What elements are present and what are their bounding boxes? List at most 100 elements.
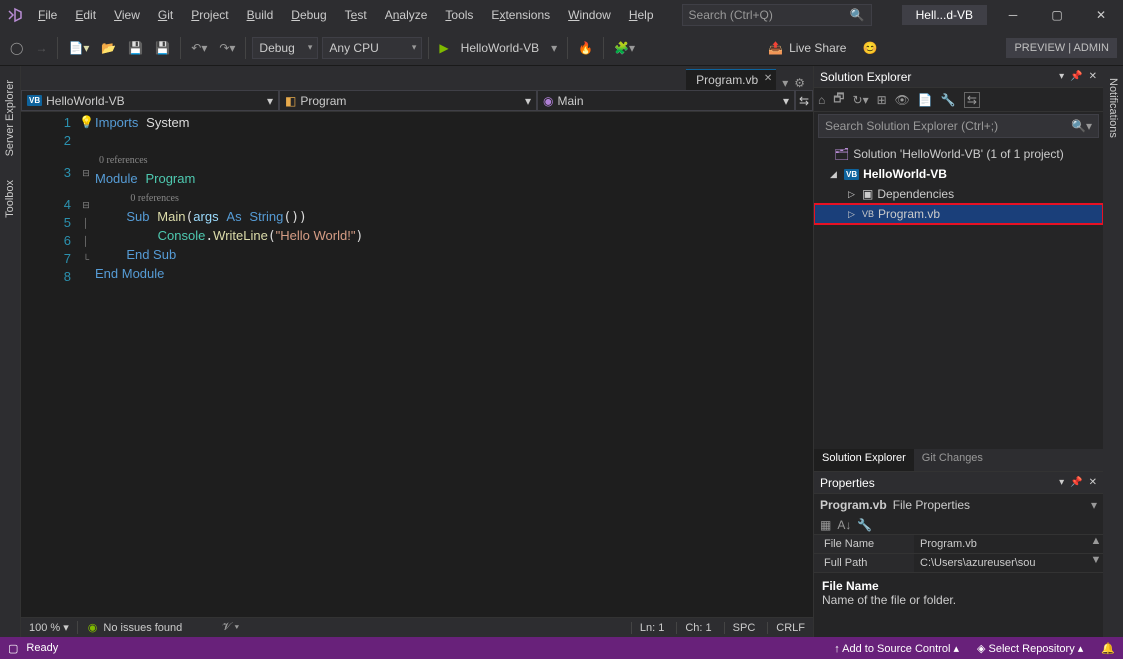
platform-combo[interactable]: Any CPU [322, 37, 422, 59]
add-to-source-control[interactable]: ↑ Add to Source Control ▴ [834, 642, 959, 655]
menu-file[interactable]: FFileile [30, 4, 65, 26]
panel-menu-icon[interactable]: ▾ [1059, 477, 1064, 488]
lightbulb-icon[interactable]: 💡 [79, 115, 94, 129]
notifications-tab[interactable]: Notifications [1105, 72, 1121, 144]
pin-icon[interactable]: 📌 [1070, 71, 1082, 82]
show-all-icon[interactable]: 👁 [895, 93, 910, 107]
search-input[interactable]: Search (Ctrl+Q) 🔍 [682, 4, 872, 26]
save-all-icon[interactable]: 💾 [151, 38, 174, 58]
nav-member-combo[interactable]: ◉ Main ▾ [537, 90, 795, 111]
preview-admin-button[interactable]: PREVIEW | ADMIN [1006, 38, 1117, 58]
properties-icon[interactable]: 📄 [918, 93, 933, 107]
doc-tab-label: Program.vb [696, 73, 758, 87]
maximize-button[interactable]: ▢ [1035, 0, 1079, 30]
sync-icon[interactable]: 🗗 [833, 89, 844, 110]
run-dropdown-icon[interactable]: ▾ [547, 38, 561, 58]
solution-explorer-search[interactable]: Search Solution Explorer (Ctrl+;) 🔍▾ [818, 114, 1099, 138]
code-content[interactable]: Imports System 0 references Module Progr… [95, 112, 813, 617]
menu-window[interactable]: Window [560, 4, 619, 26]
zoom-combo[interactable]: 100 % ▾ [21, 621, 78, 634]
redo-icon[interactable]: ↷▾ [215, 38, 239, 58]
menu-debug[interactable]: Debug [283, 4, 334, 26]
feedback-icon[interactable]: 😊 [862, 41, 877, 55]
save-icon[interactable]: 💾 [124, 38, 147, 58]
start-debug-button[interactable]: ▶ [435, 38, 452, 58]
issues-indicator[interactable]: ◉ No issues found [78, 621, 193, 634]
panel-close-icon[interactable]: ✕ [1089, 71, 1097, 82]
collapse-icon[interactable]: ⊞ [877, 93, 887, 107]
tab-git-changes[interactable]: Git Changes [914, 449, 991, 471]
open-icon[interactable]: 📂 [97, 38, 120, 58]
categorized-icon[interactable]: ▦ [820, 518, 831, 532]
menu-tools[interactable]: Tools [437, 4, 481, 26]
solution-explorer-toolbar: ⌂ 🗗 ↻▾ ⊞ 👁 📄 🔧 ⇆ [814, 88, 1103, 112]
hot-reload-icon[interactable]: 🔥 [574, 38, 597, 58]
prop-row-fullpath[interactable]: Full Path C:\Users\azureuser\sou ▼ [814, 553, 1103, 572]
menu-build[interactable]: Build [239, 4, 282, 26]
ln-label: Ln: 1 [631, 622, 672, 634]
tab-solution-explorer[interactable]: Solution Explorer [814, 449, 914, 471]
program-vb-node[interactable]: ▷VB Program.vb [814, 204, 1103, 224]
spc-label: SPC [724, 622, 764, 634]
live-share-button[interactable]: 📤 Live Share 😊 [758, 41, 887, 55]
close-button[interactable]: ✕ [1079, 0, 1123, 30]
menu-extensions[interactable]: Extensions [483, 4, 558, 26]
config-combo[interactable]: Debug [252, 37, 318, 59]
switch-icon[interactable]: ⇆ [964, 92, 980, 108]
doc-tab-close-icon[interactable]: ✕ [764, 73, 772, 84]
solution-node[interactable]: 🗂 Solution 'HelloWorld-VB' (1 of 1 proje… [814, 144, 1103, 164]
solution-name-label: Hell...d-VB [902, 5, 987, 25]
prop-row-filename[interactable]: File Name Program.vb ▲ [814, 534, 1103, 553]
prop-pages-icon[interactable]: 🔧 [857, 518, 872, 532]
nav-class-combo[interactable]: ◧ Program ▾ [279, 90, 537, 111]
nav-project-combo[interactable]: VB HelloWorld-VB ▾ [21, 90, 279, 111]
alphabetical-icon[interactable]: A↓ [837, 518, 851, 532]
menu-edit[interactable]: Edit [67, 4, 104, 26]
menu-help[interactable]: Help [621, 4, 662, 26]
undo-icon[interactable]: ↶▾ [187, 38, 211, 58]
ch-label: Ch: 1 [676, 622, 719, 634]
ok-icon: ◉ [88, 621, 98, 634]
notification-bell-icon[interactable]: 🔔 [1101, 642, 1115, 655]
properties-title: Properties ▾📌✕ [814, 472, 1103, 494]
wrench-icon[interactable]: 🔧 [941, 93, 956, 107]
scroll-down-icon[interactable]: ▼ [1089, 554, 1103, 572]
panel-menu-icon[interactable]: ▾ [1059, 71, 1064, 82]
menu-git[interactable]: Git [150, 4, 181, 26]
status-ready: Ready [26, 642, 58, 654]
misc-icon[interactable]: 🧩▾ [610, 38, 639, 58]
gear-icon[interactable]: ⚙ [794, 76, 805, 90]
menu-test[interactable]: Test [337, 4, 375, 26]
pin-icon[interactable]: ▾ [782, 76, 788, 90]
nav-fwd-icon[interactable]: → [31, 38, 51, 58]
menu-view[interactable]: View [106, 4, 148, 26]
scroll-up-icon[interactable]: ▲ [1089, 535, 1103, 553]
menu-project[interactable]: Project [183, 4, 236, 26]
search-dropdown-icon: 🔍▾ [1071, 119, 1092, 133]
prop-dropdown-icon[interactable]: ▾ [1091, 498, 1097, 512]
search-placeholder: Search (Ctrl+Q) [689, 8, 773, 22]
toolbox-tab[interactable]: Toolbox [2, 174, 18, 224]
share-icon: 📤 [768, 41, 783, 55]
run-target-label[interactable]: HelloWorld-VB [457, 41, 543, 55]
vb-file-icon: VB [862, 209, 874, 219]
select-repository[interactable]: ◈ Select Repository ▴ [977, 642, 1083, 655]
menu-analyze[interactable]: Analyze [377, 4, 436, 26]
solution-tree[interactable]: 🗂 Solution 'HelloWorld-VB' (1 of 1 proje… [814, 140, 1103, 449]
server-explorer-tab[interactable]: Server Explorer [2, 74, 18, 162]
pin-icon[interactable]: 📌 [1070, 477, 1082, 488]
project-node[interactable]: ◢VB HelloWorld-VB [814, 164, 1103, 184]
document-tab[interactable]: Program.vb ✕ [686, 69, 776, 90]
home-icon[interactable]: ⌂ [818, 93, 825, 107]
new-item-icon[interactable]: 📄▾ [64, 38, 93, 58]
health-icon[interactable]: 𝓥 ▾ [222, 621, 239, 634]
refresh-icon[interactable]: ↻▾ [853, 93, 869, 107]
minimize-button[interactable]: ─ [991, 0, 1035, 30]
main-menu: FFileile Edit View Git Project Build Deb… [30, 4, 662, 26]
nav-back-icon[interactable]: ◯ [6, 38, 27, 58]
panel-close-icon[interactable]: ✕ [1089, 477, 1097, 488]
dependencies-node[interactable]: ▷▣ Dependencies [814, 184, 1103, 204]
nav-split-icon[interactable]: ⇆ [795, 90, 813, 111]
code-editor[interactable]: 💡 12345678 ⊟⊟││└ Imports System 0 refere… [21, 112, 813, 617]
fold-margin[interactable]: ⊟⊟││└ [77, 112, 95, 617]
